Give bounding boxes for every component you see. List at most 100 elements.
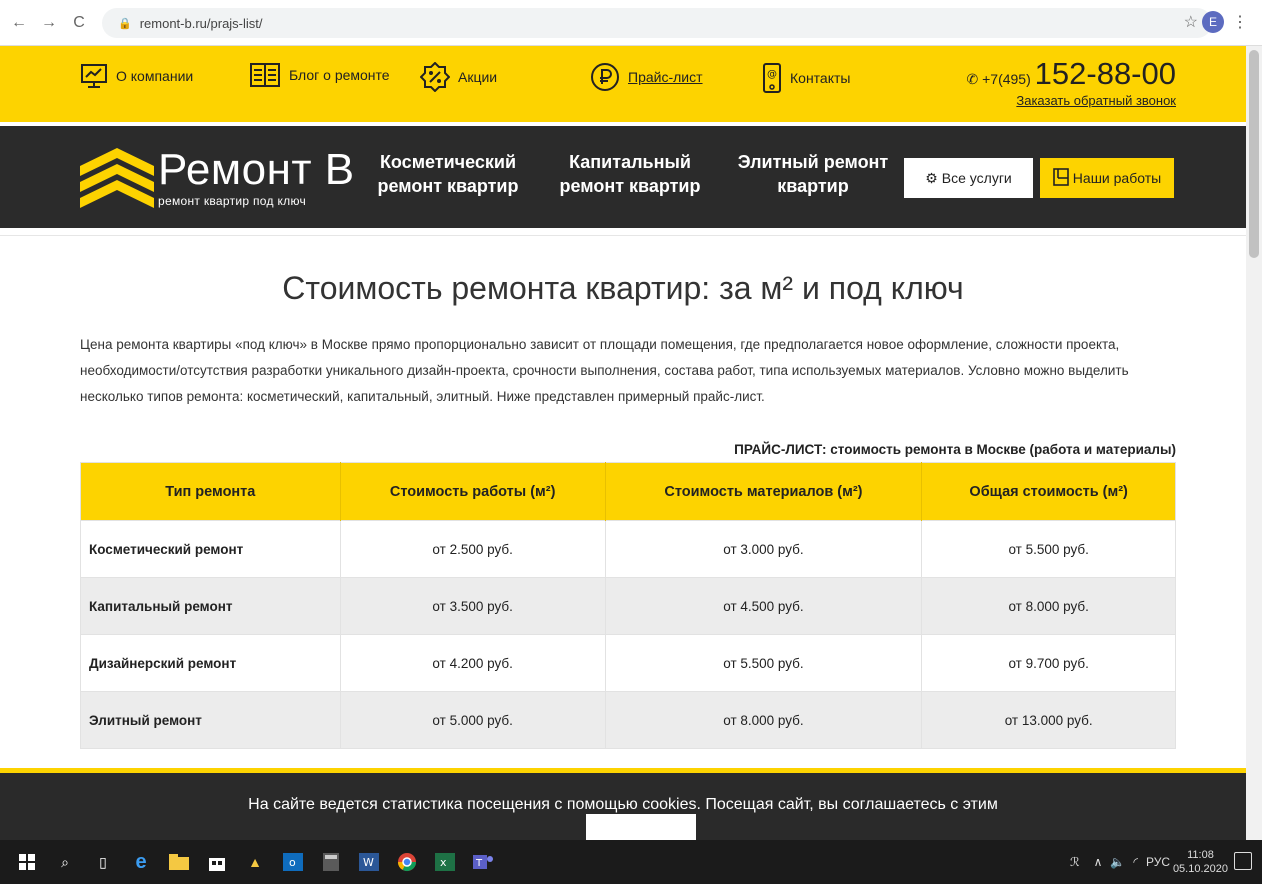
monitor-chart-icon (80, 62, 108, 90)
table-cell: от 9.700 руб. (921, 634, 1176, 692)
back-icon[interactable]: ← (8, 12, 30, 34)
menu-cosmetic-line2[interactable]: ремонт квартир (368, 174, 528, 198)
phone-device-icon: @ (762, 62, 782, 94)
nav-blog[interactable]: Блог о ремонте (249, 62, 390, 88)
col-header-materials: Стоимость материалов (м²) (604, 462, 922, 521)
main-header: Ремонт B ремонт квартир под ключ Космети… (0, 126, 1246, 228)
task-view-icon[interactable]: ▯ (92, 851, 114, 873)
nav-about-label[interactable]: О компании (116, 68, 193, 84)
search-icon[interactable]: ⌕ (54, 851, 76, 873)
reload-icon[interactable]: C (68, 12, 90, 34)
menu-cosmetic[interactable]: Косметический ремонт квартир (368, 150, 528, 198)
chrome-icon[interactable] (396, 851, 418, 873)
clock-date: 05.10.2020 (1172, 863, 1228, 875)
teams-icon[interactable]: T (472, 851, 494, 873)
nav-promo[interactable]: Акции (420, 62, 497, 92)
footer-accent-stripe (0, 768, 1246, 773)
nav-price[interactable]: Прайс-лист (590, 62, 703, 92)
url-text[interactable]: remont-b.ru/prajs-list/ (140, 16, 263, 31)
table-cell: от 8.000 руб. (921, 577, 1176, 635)
volume-icon[interactable]: 🔈 (1110, 855, 1125, 869)
all-services-button[interactable]: ⚙ Все услуги (904, 158, 1033, 198)
all-services-label[interactable]: Все услуги (942, 170, 1012, 186)
menu-cosmetic-line1[interactable]: Косметический (368, 150, 528, 174)
menu-elite[interactable]: Элитный ремонт квартир (728, 150, 898, 198)
bookmark-star-icon[interactable]: ☆ (1184, 12, 1198, 32)
table-cell: Капитальный ремонт (80, 577, 341, 635)
nav-price-label[interactable]: Прайс-лист (628, 69, 703, 85)
svg-text:W: W (363, 856, 374, 869)
menu-capital[interactable]: Капитальный ремонт квартир (550, 150, 710, 198)
our-works-label[interactable]: Наши работы (1073, 170, 1161, 186)
outlook-icon[interactable]: o (282, 851, 304, 873)
nav-contacts-label[interactable]: Контакты (790, 70, 850, 86)
address-bar[interactable]: 🔒 remont-b.ru/prajs-list/ (102, 8, 1212, 38)
percent-badge-icon (420, 62, 450, 92)
table-cell: от 4.500 руб. (604, 577, 922, 635)
table-header-row: Тип ремонта Стоимость работы (м²) Стоимо… (80, 462, 1176, 521)
store-icon[interactable] (206, 851, 228, 873)
page-title: Стоимость ремонта квартир: за м² и под к… (282, 270, 964, 306)
book-icon (249, 62, 281, 88)
word-icon[interactable]: W (358, 851, 380, 873)
os-taskbar: ⌕ ▯ e ▲ o W x T ℛ ∧ 🔈 ◜ РУС 11:08 05.10.… (0, 840, 1262, 884)
menu-capital-line2[interactable]: ремонт квартир (550, 174, 710, 198)
price-table: Тип ремонта Стоимость работы (м²) Стоимо… (80, 462, 1176, 749)
clock-time: 11:08 (1187, 849, 1214, 861)
menu-elite-line2[interactable]: квартир (728, 174, 898, 198)
table-cell: от 3.500 руб. (339, 577, 606, 635)
edge-browser-icon[interactable]: e (130, 851, 152, 873)
nav-promo-label[interactable]: Акции (458, 69, 497, 85)
scrollbar-thumb[interactable] (1249, 50, 1259, 258)
logo-chevron-icon[interactable] (80, 144, 154, 215)
browser-menu-icon[interactable]: ⋮ (1232, 12, 1248, 32)
people-icon[interactable]: ℛ (1070, 855, 1080, 869)
calculator-icon[interactable] (320, 851, 342, 873)
phone-main: 152-88-00 (1034, 56, 1176, 91)
chevron-up-icon[interactable]: ∧ (1094, 855, 1103, 869)
phone-prefix: +7(495) (982, 71, 1031, 87)
logo-title[interactable]: Ремонт B (158, 148, 355, 192)
ruble-icon (590, 62, 620, 92)
excel-icon[interactable]: x (434, 851, 456, 873)
notification-icon[interactable] (1234, 852, 1252, 870)
svg-text:x: x (440, 856, 447, 869)
system-clock[interactable]: 11:08 05.10.2020 (1173, 848, 1228, 876)
app-icon[interactable]: ▲ (244, 851, 266, 873)
cookie-notice[interactable]: На сайте ведется статистика посещения с … (0, 796, 1246, 814)
windows-start-icon[interactable] (16, 851, 38, 873)
page-scrollbar[interactable] (1246, 46, 1262, 840)
callback-link[interactable]: Заказать обратный звонок (966, 93, 1176, 108)
table-cell: от 13.000 руб. (921, 691, 1176, 749)
our-works-button[interactable]: Наши работы (1040, 158, 1174, 198)
nav-about[interactable]: О компании (80, 62, 193, 90)
col-header-type: Тип ремонта (80, 462, 341, 521)
menu-elite-line1[interactable]: Элитный ремонт (728, 150, 898, 174)
svg-text:o: o (289, 856, 296, 869)
table-cell: Дизайнерский ремонт (80, 634, 341, 692)
language-indicator[interactable]: РУС (1146, 855, 1170, 869)
svg-text:@: @ (767, 69, 777, 80)
menu-capital-line1[interactable]: Капитальный (550, 150, 710, 174)
logo-subtitle: ремонт квартир под ключ (158, 194, 307, 208)
table-cell: Косметический ремонт (80, 520, 341, 578)
web-page: О компании Блог о ремонте Акции Прайс-ли… (0, 46, 1246, 840)
phone-block: ✆ +7(495) 152-88-00 Заказать обратный зв… (966, 56, 1176, 108)
lock-icon: 🔒 (118, 17, 132, 30)
forward-icon[interactable]: → (38, 12, 60, 34)
table-row: Дизайнерский ремонт от 4.200 руб. от 5.5… (80, 634, 1176, 692)
footer-button-partial[interactable] (586, 814, 696, 840)
table-cell: от 3.000 руб. (604, 520, 922, 578)
intro-paragraph: Цена ремонта квартиры «под ключ» в Москв… (80, 337, 1129, 404)
col-header-work: Стоимость работы (м²) (339, 462, 606, 521)
portfolio-book-icon (1052, 167, 1069, 189)
nav-contacts[interactable]: @ Контакты (762, 62, 850, 94)
profile-avatar[interactable]: E (1202, 11, 1224, 33)
file-explorer-icon[interactable] (168, 851, 190, 873)
phone-number[interactable]: ✆ +7(495) 152-88-00 (966, 56, 1176, 92)
nav-blog-label[interactable]: Блог о ремонте (289, 67, 390, 83)
table-cell: от 8.000 руб. (604, 691, 922, 749)
wifi-icon[interactable]: ◜ (1133, 855, 1138, 869)
table-cell: от 5.000 руб. (339, 691, 606, 749)
col-header-total: Общая стоимость (м²) (921, 462, 1176, 521)
